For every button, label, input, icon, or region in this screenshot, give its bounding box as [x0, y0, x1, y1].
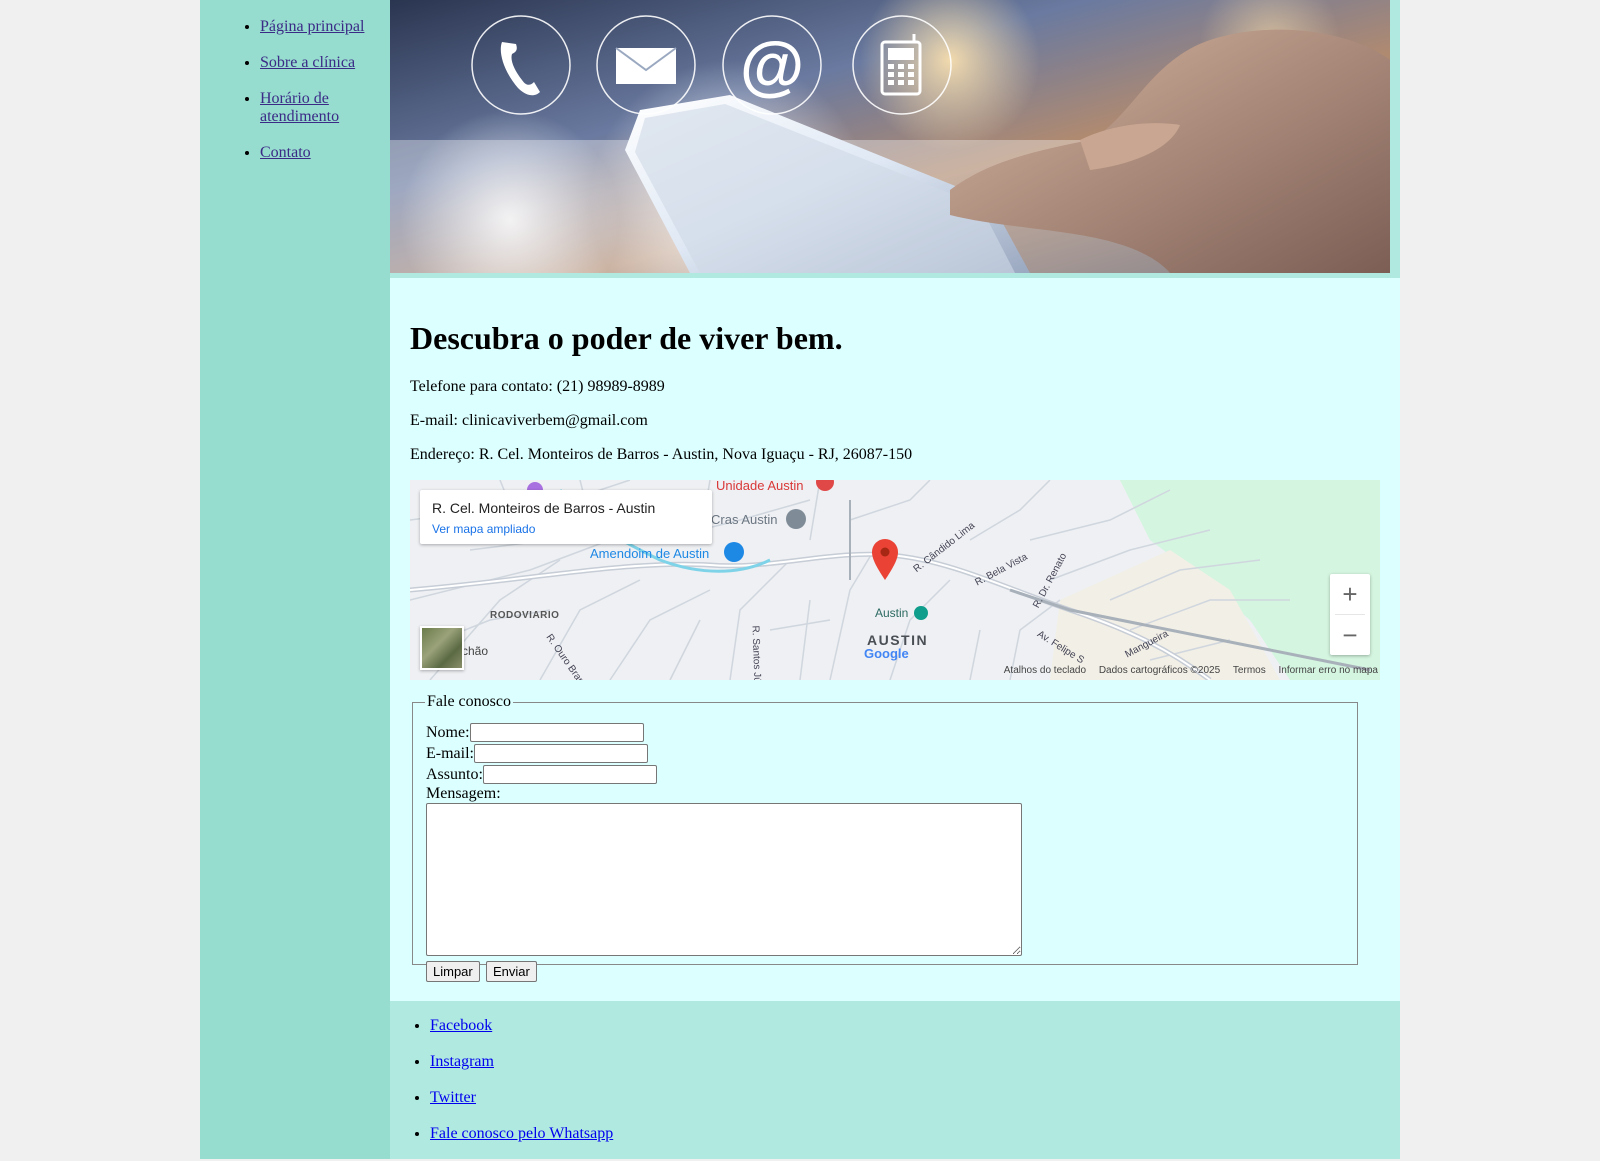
keyboard-shortcuts-link[interactable]: Atalhos do teclado [1004, 665, 1086, 676]
banner-image: @ [390, 0, 1390, 273]
envelope-icon [615, 47, 677, 84]
instagram-link[interactable]: Instagram [430, 1053, 494, 1070]
name-label: Nome: [426, 724, 470, 741]
footer: Facebook Instagram Twitter Fale conosco … [390, 1001, 1400, 1159]
name-row: Nome: [426, 723, 644, 742]
map-label-unidade: Unidade Austin [716, 480, 804, 493]
map-zoom-control: + − [1330, 574, 1370, 655]
contact-email: E-mail: clinicaviverbem@gmail.com [410, 412, 648, 429]
embedded-map[interactable]: Unidade Austin Cras Austin Amendoim de A… [410, 480, 1380, 680]
social-item-instagram: Instagram [430, 1053, 613, 1071]
map-attribution: Atalhos do teclado Dados cartográficos ©… [410, 665, 1380, 680]
svg-text:@: @ [740, 28, 804, 102]
contact-form: Fale conosco Nome: E-mail: Assunto: Mens… [412, 693, 1358, 982]
nav-item-about: Sobre a clínica [260, 54, 390, 72]
zoom-out-button[interactable]: − [1330, 615, 1370, 655]
whatsapp-link[interactable]: Fale conosco pelo Whatsapp [430, 1125, 613, 1142]
facebook-link[interactable]: Facebook [430, 1017, 492, 1034]
send-button[interactable]: Enviar [486, 961, 537, 982]
banner: @ [390, 0, 1400, 278]
message-textarea[interactable] [426, 803, 1022, 956]
terms-link[interactable]: Termos [1233, 665, 1266, 676]
contact-phone: Telefone para contato: (21) 98989-8989 [410, 378, 665, 395]
map-info-card: R. Cel. Monteiros de Barros - Austin Ver… [420, 490, 712, 544]
map-label-chao: chão [462, 644, 489, 658]
map-label-cras: Cras Austin [711, 512, 778, 527]
subject-label: Assunto: [426, 766, 483, 783]
sidebar: Página principal Sobre a clínica Horário… [200, 0, 390, 1159]
social-links-list: Facebook Instagram Twitter Fale conosco … [390, 1017, 613, 1161]
contact-form-legend: Fale conosco [427, 693, 511, 710]
map-label-austin-station: Austin [875, 606, 909, 620]
clear-button[interactable]: Limpar [426, 961, 480, 982]
at-icon: @ [740, 28, 804, 102]
map-label-amendoim: Amendoim de Austin [590, 546, 710, 561]
nav-list: Página principal Sobre a clínica Horário… [200, 18, 390, 180]
satellite-toggle-button[interactable] [420, 626, 464, 670]
social-item-twitter: Twitter [430, 1089, 613, 1107]
nav-link-home[interactable]: Página principal [260, 18, 364, 35]
social-item-facebook: Facebook [430, 1017, 613, 1035]
nav-link-contact[interactable]: Contato [260, 144, 311, 161]
page-title: Descubra o poder de viver bem. [410, 320, 843, 356]
main-content: Descubra o poder de viver bem. Telefone … [390, 278, 1400, 1001]
zoom-in-button[interactable]: + [1330, 574, 1370, 614]
nav-item-home: Página principal [260, 18, 390, 36]
report-error-link[interactable]: Informar erro no mapa [1279, 665, 1379, 676]
nav-link-about[interactable]: Sobre a clínica [260, 54, 355, 71]
contact-address: Endereço: R. Cel. Monteiros de Barros - … [410, 446, 913, 463]
page-container: Página principal Sobre a clínica Horário… [200, 0, 1400, 1159]
nav-item-hours: Horário de atendimento [260, 90, 390, 126]
subject-row: Assunto: [426, 765, 657, 784]
email-label: E-mail: [426, 745, 474, 762]
map-data-credit: Dados cartográficos ©2025 [1098, 665, 1221, 676]
contact-banner-illustration: @ [390, 0, 1390, 273]
nav-link-hours[interactable]: Horário de atendimento [260, 90, 339, 125]
map-card-title: R. Cel. Monteiros de Barros - Austin [432, 500, 656, 516]
email-row: E-mail: [426, 744, 648, 763]
message-row: Mensagem: [426, 785, 501, 803]
social-item-whatsapp: Fale conosco pelo Whatsapp [430, 1125, 613, 1143]
view-larger-map-link[interactable]: Ver mapa ampliado [432, 522, 535, 536]
google-logo: Google [864, 646, 909, 661]
twitter-link[interactable]: Twitter [430, 1089, 476, 1106]
name-input[interactable] [469, 723, 644, 742]
nav-item-contact: Contato [260, 144, 390, 162]
subject-input[interactable] [482, 765, 657, 784]
email-input[interactable] [473, 744, 648, 763]
message-label: Mensagem: [426, 785, 501, 802]
map-label-rodoviario: RODOVIARIO [490, 610, 560, 621]
